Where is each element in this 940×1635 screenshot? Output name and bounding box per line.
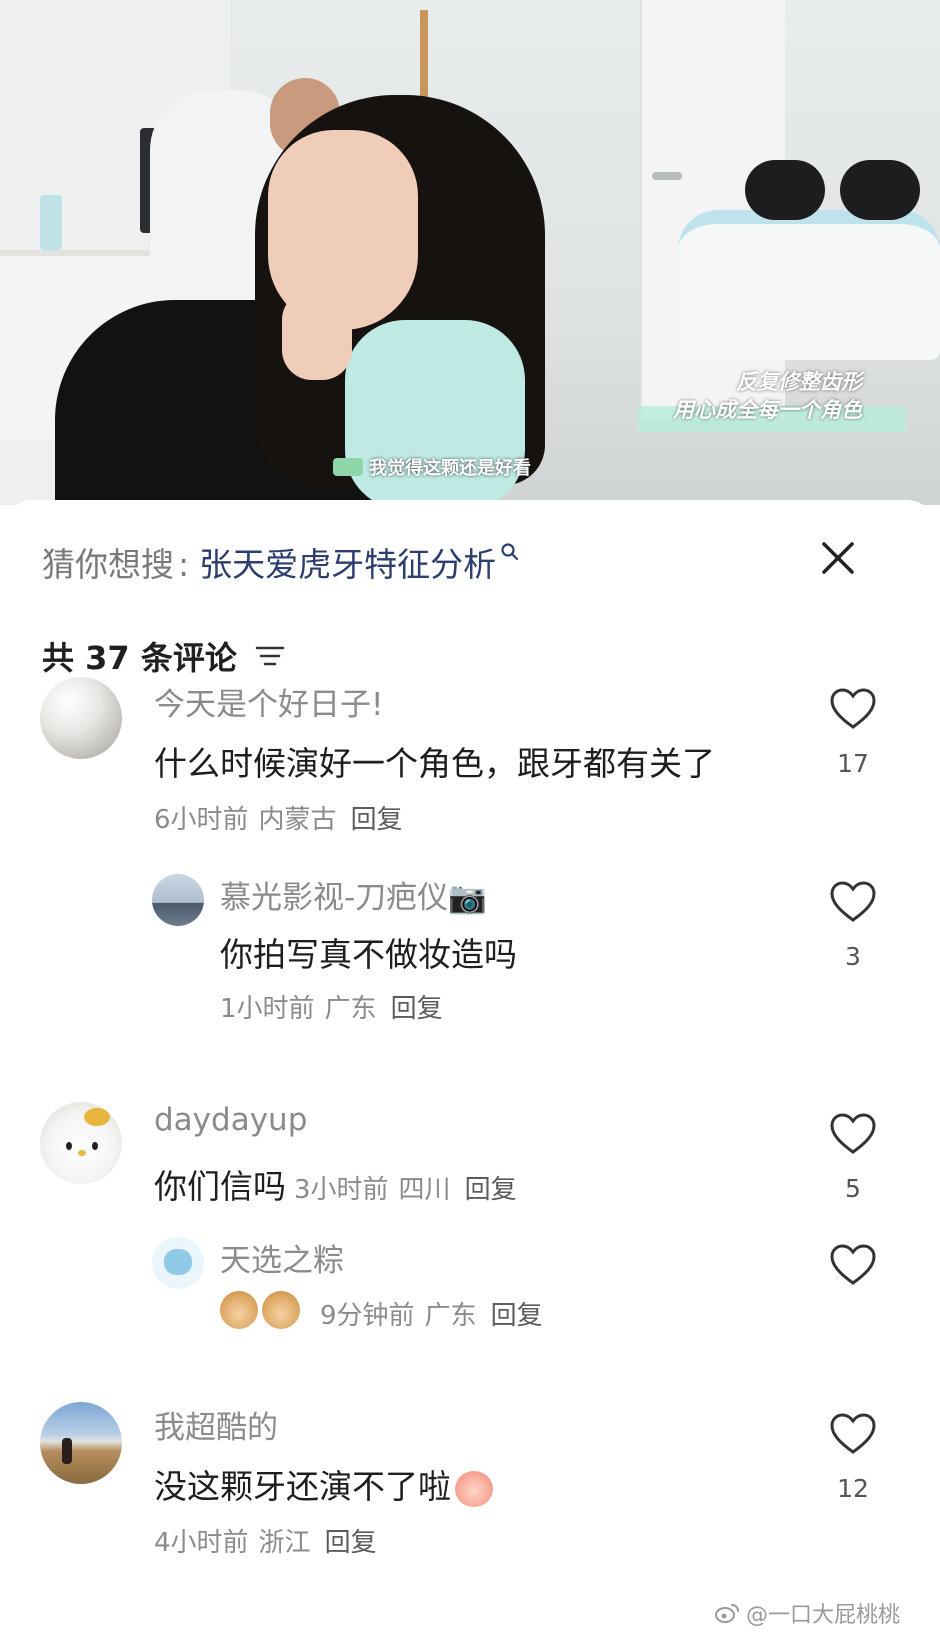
comment-meta: 4小时前 浙江 回复 (154, 1522, 377, 1559)
video-subtitle-text: 我觉得这颗还是好看 (369, 458, 531, 479)
landscape-avatar[interactable] (40, 1402, 122, 1484)
reply-button[interactable]: 回复 (351, 805, 403, 835)
search-icon (501, 543, 519, 561)
video-caption: 反复修整齿形 用心成全每一个角色 (673, 368, 862, 424)
eye-icon (66, 1142, 72, 1150)
comment-username[interactable]: 我超酷的 (154, 1402, 278, 1447)
suggested-search-term[interactable]: 张天爱虎牙特征分析 (199, 538, 496, 586)
weibo-icon (714, 1604, 739, 1623)
comment-username[interactable]: 今天是个好日子! (154, 679, 383, 724)
comment-text-body: 你们信吗 (154, 1167, 286, 1206)
bow-icon (84, 1108, 110, 1126)
comment-username[interactable]: daydayup (154, 1102, 307, 1138)
puppy-emoji-icon (220, 1291, 258, 1329)
reply-time: 9分钟前 (320, 1301, 415, 1331)
reply-button[interactable]: 回复 (491, 1301, 543, 1331)
like-button[interactable]: 3 (818, 880, 888, 971)
comment-text-body: 没这颗牙还演不了啦 (154, 1467, 451, 1506)
video-caption-line2: 用心成全每一个角色 (673, 397, 862, 422)
heart-icon (830, 688, 876, 729)
suggested-search-prefix: 猜你想搜 (42, 545, 174, 584)
heart-icon (830, 1113, 876, 1154)
comment-text: 你们信吗 3小时前 四川 回复 (154, 1160, 517, 1208)
reply-location: 广东 (324, 994, 377, 1024)
heart-icon (830, 1413, 876, 1454)
like-button[interactable] (818, 1243, 888, 1291)
heart-icon (830, 881, 876, 922)
reply-meta: 1小时前 广东 回复 (220, 988, 443, 1025)
reply-button[interactable]: 回复 (325, 1528, 377, 1558)
heart-icon (830, 1244, 876, 1285)
like-button[interactable]: 5 (818, 1112, 888, 1203)
comment-location: 内蒙古 (258, 805, 337, 835)
reply-location: 广东 (424, 1301, 477, 1331)
reply-sticker-row (220, 1291, 300, 1329)
eye-icon (92, 1142, 98, 1150)
comment-meta: 6小时前 内蒙古 回复 (154, 799, 403, 836)
reply-button[interactable]: 回复 (391, 994, 443, 1024)
nose-icon (78, 1150, 86, 1156)
suggested-search[interactable]: 猜你想搜 : 张天爱虎牙特征分析 (42, 538, 520, 586)
comment-time: 4小时前 (154, 1528, 249, 1558)
hello-kitty-avatar[interactable] (40, 1102, 122, 1184)
blue-cat-avatar[interactable] (152, 1237, 204, 1289)
like-button[interactable]: 17 (818, 687, 888, 778)
subtitle-badge-icon (333, 458, 363, 476)
comment-text: 什么时候演好一个角色，跟牙都有关了 (154, 744, 715, 783)
comment-meta: 3小时前 四川 回复 (294, 1175, 517, 1205)
reply-username[interactable]: 天选之粽 (220, 1235, 344, 1280)
reply-time: 1小时前 (220, 994, 315, 1024)
reply-text: 你拍写真不做妆造吗 (220, 935, 517, 974)
video-subtitle: 我觉得这颗还是好看 (333, 454, 531, 480)
video-dental-unit (678, 210, 940, 360)
sort-filter-icon[interactable] (255, 644, 285, 668)
comment-time: 6小时前 (154, 805, 249, 835)
comment-time: 3小时前 (294, 1175, 389, 1205)
watermark: @一口大屁桃桃 (714, 1597, 900, 1629)
video-door-handle (652, 172, 682, 180)
comment-sheet: 猜你想搜 : 张天爱虎牙特征分析 共 37 条评论 今天是个好日子! 什么时候演… (0, 500, 940, 1635)
pearl-avatar[interactable] (40, 677, 122, 759)
reply-meta: 9分钟前 广东 回复 (320, 1295, 543, 1332)
video-caption-line1: 反复修整齿形 (736, 369, 862, 394)
comment-location: 浙江 (258, 1528, 311, 1558)
like-count: 17 (837, 749, 869, 778)
video-player[interactable]: 反复修整齿形 用心成全每一个角色 我觉得这颗还是好看 (0, 0, 940, 505)
like-count: 12 (837, 1474, 869, 1503)
reply-button[interactable]: 回复 (465, 1175, 517, 1205)
suggested-search-colon: : (178, 545, 190, 584)
reply-username[interactable]: 慕光影视-刀疤仪📷 (220, 872, 487, 917)
comment-location: 四川 (398, 1175, 451, 1205)
like-button[interactable]: 12 (818, 1412, 888, 1503)
boat-avatar[interactable] (152, 874, 204, 926)
crying-emoji-icon (455, 1470, 493, 1507)
like-count: 5 (845, 1174, 861, 1203)
comment-count-row: 共 37 条评论 (42, 633, 285, 679)
video-sunglasses (745, 160, 935, 230)
like-count: 3 (845, 942, 861, 971)
cat-face-icon (164, 1249, 192, 1275)
close-icon[interactable] (818, 538, 858, 578)
watermark-text: @一口大屁桃桃 (745, 1603, 900, 1628)
person-silhouette-icon (62, 1438, 72, 1464)
video-person-hand (282, 290, 352, 380)
puppy-emoji-icon (262, 1291, 300, 1329)
comment-count: 共 37 条评论 (42, 639, 237, 677)
video-bottle (40, 195, 62, 250)
comment-text: 没这颗牙还演不了啦 (154, 1460, 493, 1508)
